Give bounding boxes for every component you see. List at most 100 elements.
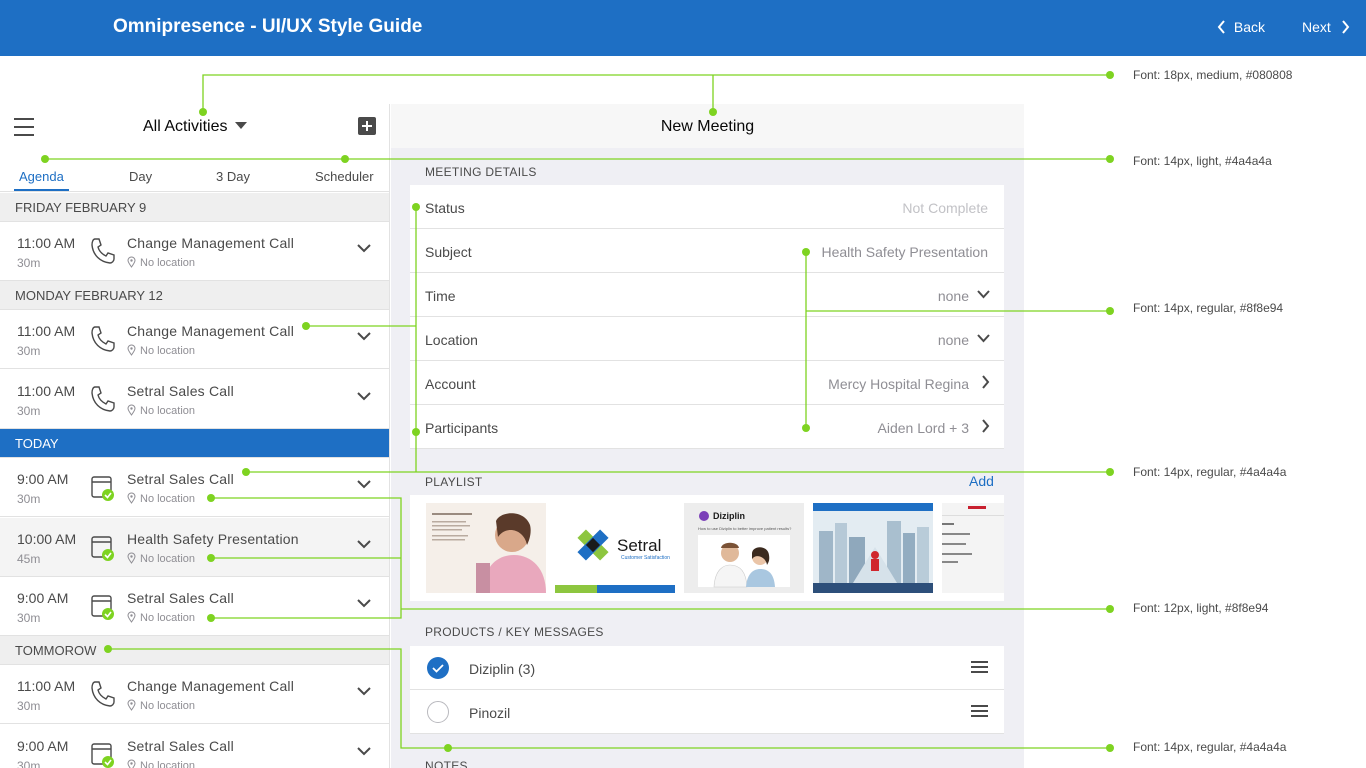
activity-item[interactable]: 11:00 AM 30m Change Management Call No l… bbox=[0, 310, 389, 369]
location-pin-icon bbox=[127, 759, 136, 768]
activity-duration: 30m bbox=[17, 256, 41, 270]
playlist-thumbnail[interactable]: Diziplin How to use Diziplin to better i… bbox=[684, 503, 804, 593]
activity-location: No location bbox=[127, 759, 195, 768]
playlist-add-link[interactable]: Add bbox=[969, 473, 994, 489]
playlist-thumbnail[interactable]: Setral Customer Satisfaction bbox=[555, 503, 675, 593]
new-meeting-header: New Meeting bbox=[391, 104, 1024, 148]
activity-subject: Change Management Call bbox=[127, 678, 295, 694]
chevron-right-icon[interactable] bbox=[981, 375, 990, 389]
field-value: Aiden Lord + 3 bbox=[877, 420, 969, 436]
chevron-down-icon[interactable] bbox=[357, 392, 371, 401]
activity-time: 11:00 AM bbox=[17, 323, 76, 339]
activity-time: 11:00 AM bbox=[17, 235, 76, 251]
meeting-check-icon bbox=[91, 743, 114, 768]
unchecked-icon[interactable] bbox=[427, 701, 449, 723]
tab-day[interactable]: Day bbox=[129, 169, 152, 184]
chevron-left-icon bbox=[1217, 20, 1225, 34]
add-activity-icon[interactable] bbox=[358, 117, 376, 135]
back-button[interactable]: Back bbox=[1217, 19, 1265, 35]
notes-header: NOTES bbox=[425, 759, 468, 768]
tab-3-day[interactable]: 3 Day bbox=[216, 169, 250, 184]
product-row[interactable]: Pinozil bbox=[410, 690, 1004, 734]
chevron-right-icon[interactable] bbox=[981, 419, 990, 433]
activity-subject: Change Management Call bbox=[127, 323, 295, 339]
activity-duration: 30m bbox=[17, 699, 41, 713]
participants-field[interactable]: Participants Aiden Lord + 3 bbox=[410, 405, 1004, 449]
playlist-thumbnail[interactable] bbox=[942, 503, 1004, 593]
products-header: PRODUCTS / KEY MESSAGES bbox=[425, 625, 604, 639]
time-field[interactable]: Time none bbox=[410, 273, 1004, 317]
activity-item[interactable]: 11:00 AM 30m Change Management Call No l… bbox=[0, 222, 389, 281]
location-field[interactable]: Location none bbox=[410, 317, 1004, 361]
chevron-down-icon[interactable] bbox=[357, 540, 371, 549]
caret-down-icon bbox=[235, 122, 248, 129]
activity-duration: 30m bbox=[17, 492, 41, 506]
activity-item[interactable]: 11:00 AM 30m Change Management Call No l… bbox=[0, 665, 389, 724]
activity-item[interactable]: 11:00 AM 30m Setral Sales Call No locati… bbox=[0, 370, 389, 429]
location-pin-icon bbox=[127, 344, 136, 356]
location-pin-icon bbox=[127, 699, 136, 711]
tab-agenda[interactable]: Agenda bbox=[19, 169, 64, 184]
date-header: MONDAY FEBRUARY 12 bbox=[0, 281, 389, 310]
activity-subject: Setral Sales Call bbox=[127, 383, 234, 399]
playlist-carousel: Setral Customer Satisfaction Diziplin Ho… bbox=[410, 495, 1004, 601]
location-text: No location bbox=[140, 257, 196, 269]
activity-item[interactable]: 9:00 AM 30m Setral Sales Call No locatio… bbox=[0, 577, 389, 636]
subject-field[interactable]: Subject Health Safety Presentation bbox=[410, 229, 1004, 273]
activity-item[interactable]: 10:00 AM 45m Health Safety Presentation … bbox=[0, 518, 389, 577]
chevron-right-icon bbox=[1341, 20, 1349, 34]
location-pin-icon bbox=[127, 492, 136, 504]
annotation-label: Font: 12px, light, #8f8e94 bbox=[1133, 601, 1269, 615]
diziplin-thumbnail: Diziplin How to use Diziplin to better i… bbox=[684, 503, 804, 593]
active-tab-indicator bbox=[14, 189, 69, 191]
chevron-down-icon[interactable] bbox=[977, 334, 990, 343]
phone-icon bbox=[91, 681, 115, 707]
chevron-down-icon[interactable] bbox=[357, 687, 371, 696]
activity-subject: Health Safety Presentation bbox=[127, 531, 299, 547]
activities-dropdown[interactable]: All Activities bbox=[143, 118, 248, 136]
activity-item[interactable]: 9:00 AM 30m Setral Sales Call No locatio… bbox=[0, 725, 389, 768]
setral-tagline: Customer Satisfaction bbox=[621, 555, 670, 561]
location-pin-icon bbox=[127, 404, 136, 416]
field-label: Location bbox=[425, 332, 478, 348]
product-name: Diziplin (3) bbox=[469, 661, 536, 677]
chevron-down-icon[interactable] bbox=[357, 244, 371, 253]
annotation-label: Font: 14px, regular, #4a4a4a bbox=[1133, 740, 1287, 754]
chevron-down-icon[interactable] bbox=[357, 332, 371, 341]
activity-duration: 30m bbox=[17, 344, 41, 358]
annotation-label: Font: 14px, light, #4a4a4a bbox=[1133, 154, 1272, 168]
chevron-down-icon[interactable] bbox=[357, 480, 371, 489]
view-tabs: Agenda Day 3 Day Scheduler bbox=[0, 164, 389, 192]
product-row[interactable]: Diziplin (3) bbox=[410, 646, 1004, 690]
location-pin-icon bbox=[127, 256, 136, 268]
chevron-down-icon[interactable] bbox=[357, 747, 371, 756]
activities-title: All Activities bbox=[143, 118, 228, 135]
field-value: Mercy Hospital Regina bbox=[828, 376, 969, 392]
activities-header: All Activities bbox=[0, 104, 389, 164]
location-text: No location bbox=[140, 405, 196, 417]
activity-time: 9:00 AM bbox=[17, 590, 69, 606]
account-field[interactable]: Account Mercy Hospital Regina bbox=[410, 361, 1004, 405]
annotation-label: Font: 14px, regular, #8f8e94 bbox=[1133, 301, 1284, 315]
playlist-thumbnail[interactable] bbox=[813, 503, 933, 593]
chevron-down-icon[interactable] bbox=[357, 599, 371, 608]
checked-icon[interactable] bbox=[427, 657, 449, 679]
status-field[interactable]: Status Not Complete bbox=[410, 185, 1004, 229]
location-pin-icon bbox=[127, 611, 136, 623]
location-text: No location bbox=[140, 553, 196, 565]
app-header: Omnipresence - UI/UX Style Guide Back Ne… bbox=[0, 0, 1366, 56]
field-value: none bbox=[937, 332, 969, 348]
activity-duration: 30m bbox=[17, 404, 41, 418]
drag-handle-icon[interactable] bbox=[971, 705, 988, 717]
location-text: No location bbox=[140, 612, 196, 624]
activity-item[interactable]: 9:00 AM 30m Setral Sales Call No locatio… bbox=[0, 458, 389, 517]
menu-icon[interactable] bbox=[14, 118, 34, 136]
tab-scheduler[interactable]: Scheduler bbox=[315, 169, 374, 184]
activity-location: No location bbox=[127, 611, 195, 624]
chevron-down-icon[interactable] bbox=[977, 290, 990, 299]
playlist-thumbnail[interactable] bbox=[426, 503, 546, 593]
activity-location: No location bbox=[127, 344, 195, 357]
drag-handle-icon[interactable] bbox=[971, 661, 988, 673]
meeting-details-header: MEETING DETAILS bbox=[425, 165, 537, 179]
next-button[interactable]: Next bbox=[1302, 19, 1350, 35]
